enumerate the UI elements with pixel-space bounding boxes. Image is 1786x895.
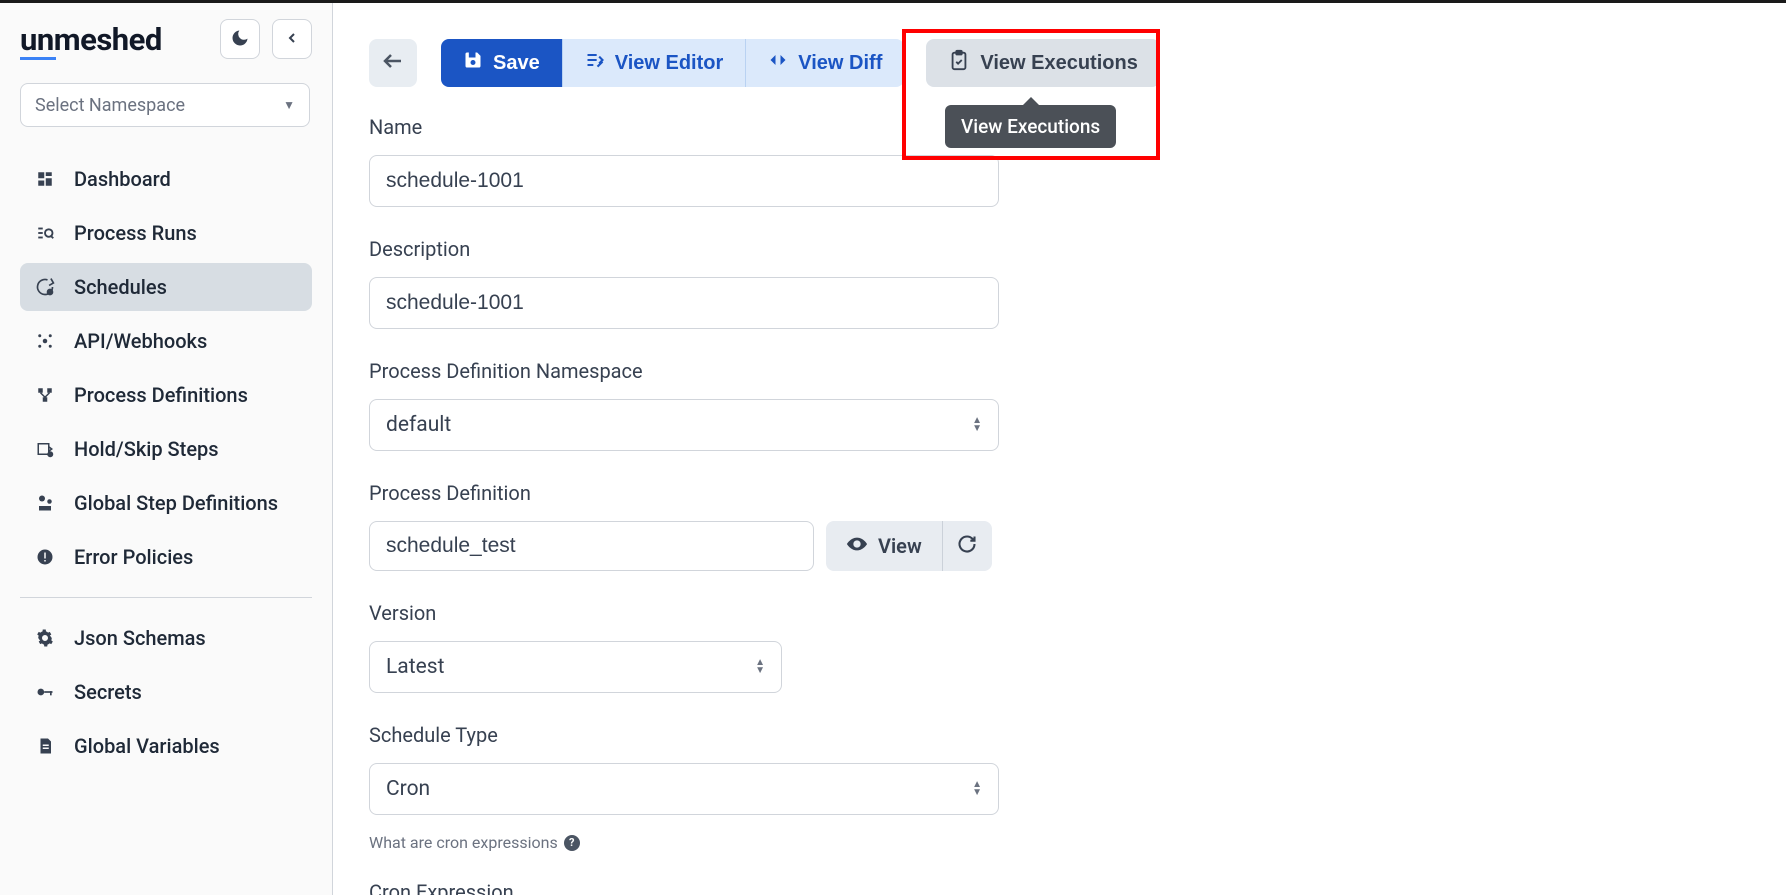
- namespace-value: default: [386, 413, 451, 437]
- namespace-label: Process Definition Namespace: [369, 359, 1786, 383]
- main-content: Save View Editor View Diff: [333, 3, 1786, 895]
- theme-toggle-button[interactable]: [220, 19, 260, 59]
- cron-expr-label: Cron Expression: [369, 880, 1786, 895]
- view-executions-tooltip: View Executions: [945, 105, 1116, 148]
- sidebar-item-schedules[interactable]: Schedules: [20, 263, 312, 311]
- sidebar-item-dashboard[interactable]: Dashboard: [20, 155, 312, 203]
- global-steps-icon: [34, 492, 56, 514]
- sidebar-item-error-policies[interactable]: Error Policies: [20, 533, 312, 581]
- sidebar-item-json-schemas[interactable]: Json Schemas: [20, 614, 312, 662]
- view-diff-button[interactable]: View Diff: [745, 39, 904, 87]
- refresh-button[interactable]: [942, 521, 992, 571]
- sidebar-item-process-definitions[interactable]: Process Definitions: [20, 371, 312, 419]
- editor-icon: [585, 50, 605, 76]
- sidebar-header: unmeshed: [20, 19, 312, 59]
- view-editor-label: View Editor: [615, 52, 724, 75]
- toolbar: Save View Editor View Diff: [369, 39, 1786, 87]
- description-input[interactable]: [369, 277, 999, 329]
- sidebar-item-label: API/Webhooks: [74, 329, 207, 353]
- sort-arrows-icon: ▲▼: [755, 659, 765, 675]
- namespace-select-field[interactable]: default ▲▼: [369, 399, 999, 451]
- caret-down-icon: ▼: [283, 98, 295, 112]
- process-runs-icon: [34, 222, 56, 244]
- help-icon: ?: [564, 835, 580, 851]
- hold-skip-icon: [34, 438, 56, 460]
- sidebar-item-api-webhooks[interactable]: API/Webhooks: [20, 317, 312, 365]
- sidebar-item-secrets[interactable]: Secrets: [20, 668, 312, 716]
- toolbar-group: Save View Editor View Diff: [441, 39, 904, 87]
- schedule-type-value: Cron: [386, 777, 430, 801]
- process-def-actions: View: [826, 521, 992, 571]
- sidebar-nav: Dashboard Process Runs Schedules API/Web…: [20, 155, 312, 770]
- brand-logo: unmeshed: [20, 21, 162, 58]
- cron-help-text[interactable]: What are cron expressions ?: [369, 833, 1786, 852]
- version-select[interactable]: Latest ▲▼: [369, 641, 782, 693]
- sidebar-item-label: Global Variables: [74, 734, 220, 758]
- sort-arrows-icon: ▲▼: [972, 781, 982, 797]
- schedule-form: Name Description Process Definition Name…: [369, 115, 1786, 895]
- sidebar-item-global-step-definitions[interactable]: Global Step Definitions: [20, 479, 312, 527]
- view-executions-button[interactable]: View Executions: [926, 39, 1159, 87]
- nav-divider: [20, 597, 312, 598]
- view-editor-button[interactable]: View Editor: [562, 39, 746, 87]
- name-input[interactable]: [369, 155, 999, 207]
- process-def-input[interactable]: [369, 521, 814, 571]
- sidebar-item-label: Json Schemas: [74, 626, 206, 650]
- arrow-left-icon: [381, 49, 405, 77]
- namespace-placeholder: Select Namespace: [35, 95, 185, 116]
- sort-arrows-icon: ▲▼: [972, 417, 982, 433]
- sidebar-item-hold-skip[interactable]: Hold/Skip Steps: [20, 425, 312, 473]
- sidebar-item-label: Hold/Skip Steps: [74, 437, 219, 461]
- process-def-label: Process Definition: [369, 481, 1786, 505]
- back-button[interactable]: [369, 39, 417, 87]
- schedule-type-select[interactable]: Cron ▲▼: [369, 763, 999, 815]
- description-label: Description: [369, 237, 1786, 261]
- sidebar-item-label: Secrets: [74, 680, 142, 704]
- sidebar-item-label: Error Policies: [74, 545, 193, 569]
- sidebar-item-label: Process Definitions: [74, 383, 248, 407]
- namespace-select[interactable]: Select Namespace ▼: [20, 83, 310, 127]
- collapse-sidebar-button[interactable]: [272, 19, 312, 59]
- refresh-icon: [957, 534, 977, 558]
- sidebar-item-global-variables[interactable]: Global Variables: [20, 722, 312, 770]
- variables-icon: [34, 735, 56, 757]
- sidebar-item-label: Schedules: [74, 275, 167, 299]
- save-button[interactable]: Save: [441, 39, 562, 87]
- key-icon: [34, 681, 56, 703]
- view-btn-label: View: [878, 534, 922, 558]
- eye-icon: [846, 533, 868, 560]
- sidebar: unmeshed Select Namespace ▼: [0, 3, 333, 895]
- dashboard-icon: [34, 168, 56, 190]
- sidebar-item-process-runs[interactable]: Process Runs: [20, 209, 312, 257]
- diff-icon: [768, 50, 788, 76]
- clipboard-check-icon: [948, 49, 970, 77]
- gear-icon: [34, 627, 56, 649]
- error-icon: [34, 546, 56, 568]
- version-label: Version: [369, 601, 1786, 625]
- save-icon: [463, 50, 483, 76]
- definitions-icon: [34, 384, 56, 406]
- version-value: Latest: [386, 655, 444, 679]
- sidebar-item-label: Process Runs: [74, 221, 197, 245]
- process-def-row: View: [369, 521, 1786, 571]
- chevron-left-icon: [284, 30, 300, 49]
- sidebar-item-label: Global Step Definitions: [74, 491, 278, 515]
- view-executions-label: View Executions: [980, 52, 1137, 75]
- webhooks-icon: [34, 330, 56, 352]
- schedule-type-label: Schedule Type: [369, 723, 1786, 747]
- moon-icon: [230, 28, 250, 51]
- sidebar-item-label: Dashboard: [74, 167, 171, 191]
- view-diff-label: View Diff: [798, 52, 882, 75]
- view-process-button[interactable]: View: [826, 521, 942, 571]
- save-label: Save: [493, 52, 540, 75]
- schedules-icon: [34, 276, 56, 298]
